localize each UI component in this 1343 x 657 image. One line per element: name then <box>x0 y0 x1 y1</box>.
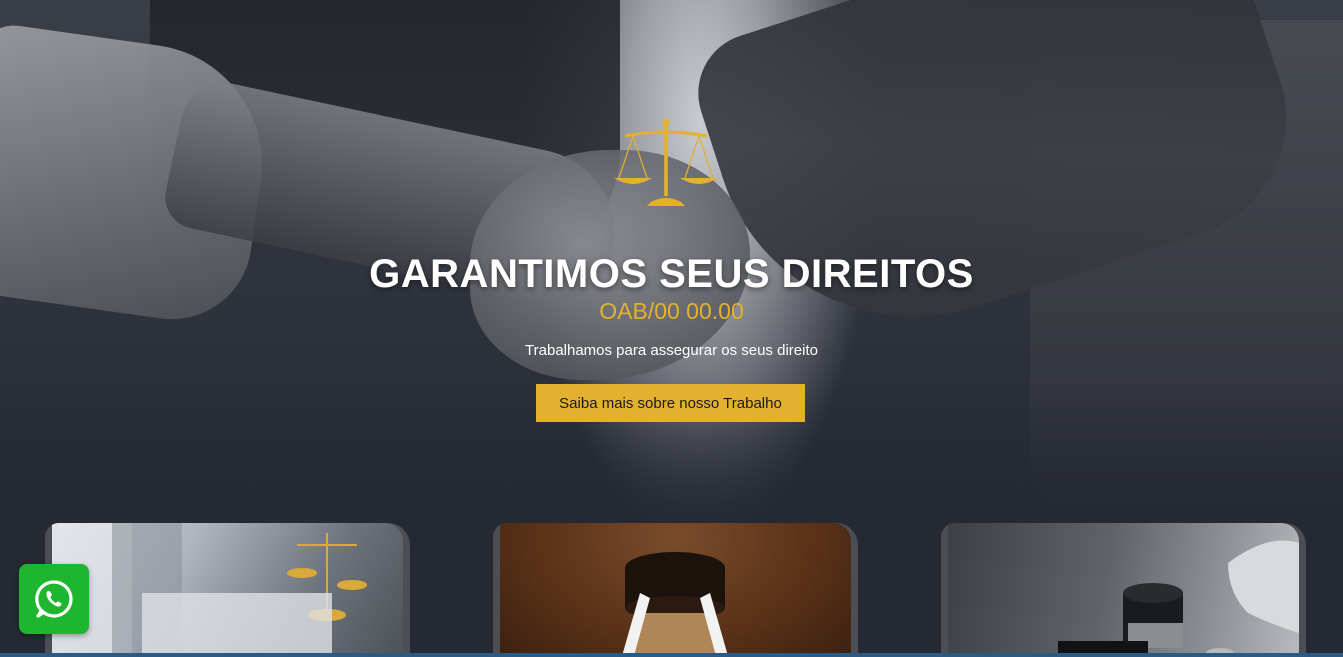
bottom-strip <box>0 653 1343 657</box>
oab-number: OAB/00 00.00 <box>599 298 744 324</box>
service-card[interactable] <box>493 523 858 657</box>
whatsapp-icon <box>35 580 73 618</box>
hero-subtitle: Trabalhamos para assegurar os seus direi… <box>525 342 818 359</box>
gavel-and-coins-photo <box>948 523 1299 657</box>
page: GARANTIMOS SEUS DIREITOS OAB/00 00.00 Tr… <box>0 0 1343 657</box>
scales-of-justice-icon <box>614 118 718 206</box>
scales-and-papers-photo <box>52 523 403 657</box>
wooden-gavel-photo <box>500 523 851 657</box>
hero-title: GARANTIMOS SEUS DIREITOS <box>369 252 974 296</box>
whatsapp-button[interactable] <box>19 564 89 634</box>
learn-more-button[interactable]: Saiba mais sobre nosso Trabalho <box>536 384 805 422</box>
service-card[interactable] <box>45 523 410 657</box>
service-card[interactable] <box>941 523 1306 657</box>
